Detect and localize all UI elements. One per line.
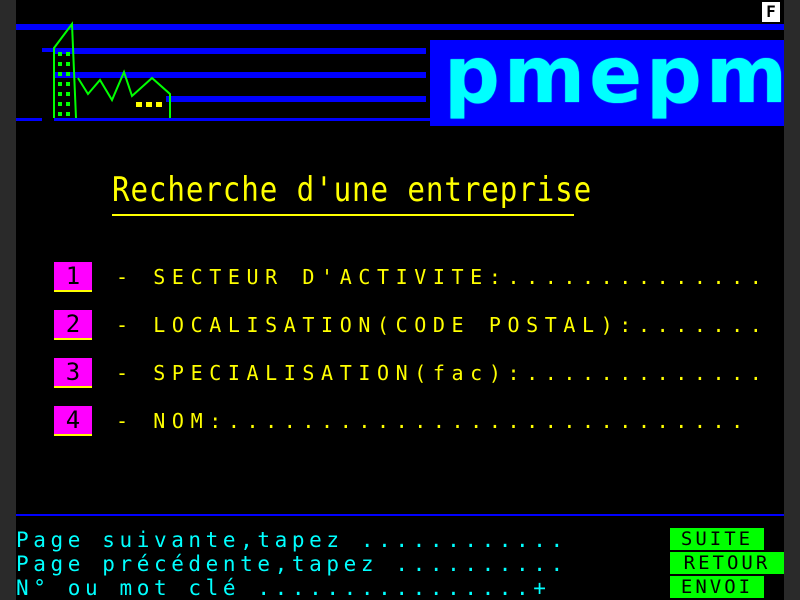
- footer-separator: [16, 514, 784, 516]
- brand-logo: pmepmi: [444, 31, 784, 121]
- minitel-screen: F pmepmi Recherche d'une entreprise 1 - …: [16, 0, 784, 600]
- suite-button[interactable]: SUITE: [670, 528, 764, 550]
- menu-option-sector[interactable]: 1 - SECTEUR D'ACTIVITE:..............: [54, 262, 784, 292]
- corner-badge: F: [762, 2, 780, 22]
- menu-label: - SECTEUR D'ACTIVITE:..............: [116, 265, 769, 289]
- page-title: Recherche d'une entreprise: [112, 170, 593, 210]
- menu-label: - LOCALISATION(CODE POSTAL):.......: [116, 313, 769, 337]
- menu-label: - SPECIALISATION(fac):.............: [116, 361, 769, 385]
- footer-keyword-line: N° ou mot clé ................+: [16, 576, 551, 600]
- header-stripe: [166, 96, 426, 102]
- menu-key-badge[interactable]: 4: [54, 406, 92, 436]
- footer-next-line: Page suivante,tapez ............: [16, 528, 568, 552]
- menu-key-badge[interactable]: 2: [54, 310, 92, 340]
- menu-label: - NOM:............................: [116, 409, 750, 433]
- title-underline: [112, 214, 574, 216]
- menu-option-location[interactable]: 2 - LOCALISATION(CODE POSTAL):.......: [54, 310, 784, 340]
- menu-key-badge[interactable]: 3: [54, 358, 92, 388]
- envoi-button[interactable]: ENVOI: [670, 576, 764, 598]
- skyline-icon: [16, 21, 171, 122]
- footer-previous-line: Page précédente,tapez ..........: [16, 552, 568, 576]
- menu-option-name[interactable]: 4 - NOM:............................: [54, 406, 784, 436]
- menu-option-specialisation[interactable]: 3 - SPECIALISATION(fac):.............: [54, 358, 784, 388]
- menu-key-badge[interactable]: 1: [54, 262, 92, 292]
- retour-button[interactable]: RETOUR: [670, 552, 784, 574]
